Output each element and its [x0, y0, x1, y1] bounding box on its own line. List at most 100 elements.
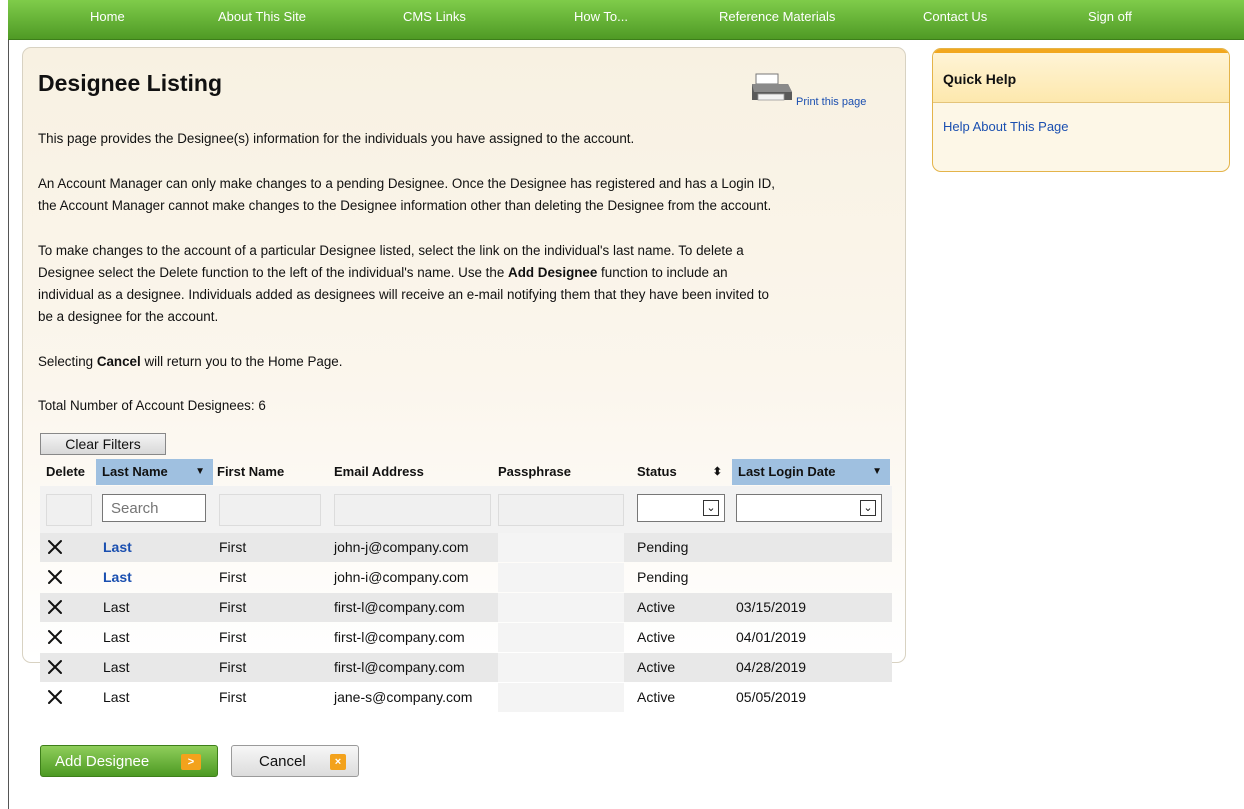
paragraph-line: be a designee for the account. — [38, 309, 219, 324]
delete-icon[interactable] — [46, 598, 64, 616]
button-label: Add Designee — [55, 753, 150, 770]
passphrase-cell — [498, 563, 624, 592]
last-name-search-input[interactable] — [102, 494, 206, 522]
status-cell: Active — [637, 599, 676, 615]
first-name-cell: First — [219, 629, 247, 645]
filter-placeholder-passphrase — [498, 494, 624, 526]
account-manager-text: An Account Manager can only make changes… — [38, 173, 898, 217]
filter-placeholder-delete — [46, 494, 92, 526]
text-segment: will return you to the Home Page. — [140, 354, 343, 369]
nav-reference[interactable]: Reference Materials — [719, 9, 835, 24]
total-designees: Total Number of Account Designees: 6 — [38, 398, 266, 413]
delete-icon[interactable] — [46, 688, 64, 706]
help-about-page-link[interactable]: Help About This Page — [943, 119, 1069, 134]
last-name-cell: Last — [103, 659, 130, 675]
table-row: Last First first-l@company.com Active 04/28/… — [40, 653, 892, 682]
last-name-cell: Last — [103, 689, 130, 705]
nav-cms-links[interactable]: CMS Links — [403, 9, 466, 24]
status-cell: Pending — [637, 539, 689, 555]
nav-contact[interactable]: Contact Us — [923, 9, 987, 24]
passphrase-cell — [498, 593, 624, 622]
status-cell: Active — [637, 689, 676, 705]
arrow-right-icon: > — [181, 754, 201, 770]
quick-help-panel: Quick Help Help About This Page — [932, 48, 1230, 172]
text-segment: Selecting — [38, 354, 97, 369]
sort-down-icon: ▼ — [872, 466, 882, 477]
column-label: Passphrase — [498, 464, 571, 479]
chevron-down-icon: ⌄ — [860, 500, 876, 516]
nav-about[interactable]: About This Site — [218, 9, 306, 24]
last-name-cell: Last — [103, 599, 130, 615]
add-designee-button[interactable]: Add Designee > — [40, 745, 218, 777]
passphrase-cell — [498, 653, 624, 682]
clear-filters-button[interactable]: Clear Filters — [40, 433, 166, 455]
passphrase-cell — [498, 683, 624, 712]
email-cell: first-l@company.com — [334, 629, 465, 645]
column-header-first-name[interactable]: First Name — [217, 459, 327, 485]
email-cell: first-l@company.com — [334, 599, 465, 615]
status-cell: Active — [637, 629, 676, 645]
paragraph-line: individual as a designee. Individuals ad… — [38, 287, 769, 302]
last-login-cell: 04/28/2019 — [736, 659, 807, 675]
table-row: Last First john-j@company.com Pending — [40, 533, 892, 562]
sort-down-icon: ▼ — [195, 466, 205, 477]
column-header-status[interactable]: Status ⬍ — [637, 459, 728, 485]
cancel-button[interactable]: Cancel × — [231, 745, 359, 777]
nav-home[interactable]: Home — [90, 9, 125, 24]
filter-row: ⌄ ⌄ — [40, 486, 892, 533]
column-header-email[interactable]: Email Address — [334, 459, 494, 485]
nav-how-to[interactable]: How To... — [574, 9, 628, 24]
last-login-filter-select[interactable]: ⌄ — [736, 494, 882, 522]
button-label: Cancel — [259, 753, 306, 770]
first-name-cell: First — [219, 539, 247, 555]
last-name-cell: Last — [103, 629, 130, 645]
column-label: Delete — [46, 464, 86, 479]
filter-placeholder-email — [334, 494, 491, 526]
nav-sign-off[interactable]: Sign off — [1088, 9, 1132, 24]
table-row: Last First john-i@company.com Pending — [40, 563, 892, 592]
first-name-cell: First — [219, 689, 247, 705]
column-header-delete: Delete — [40, 459, 102, 485]
chevron-down-icon: ⌄ — [703, 500, 719, 516]
page-frame-border — [8, 30, 9, 809]
cancel-note: Selecting Cancel will return you to the … — [38, 351, 898, 373]
delete-icon[interactable] — [46, 538, 64, 556]
bold-text: Cancel — [96, 354, 141, 369]
quick-help-title: Quick Help — [943, 71, 1017, 87]
text-segment: Designee select the Delete function to t… — [38, 265, 509, 280]
table-row: Last First jane-s@company.com Active 05/05/2… — [40, 683, 892, 712]
column-header-last-login[interactable]: Last Login Date ▼ — [732, 459, 890, 485]
column-label: Email Address — [334, 464, 424, 479]
paragraph-line: An Account Manager can only make changes… — [38, 176, 775, 191]
email-cell: john-j@company.com — [334, 539, 469, 555]
passphrase-cell — [498, 623, 624, 652]
column-label: First Name — [217, 464, 285, 479]
intro-line: This page provides the Designee(s) infor… — [38, 131, 635, 146]
column-header-last-name[interactable]: Last Name ▼ — [96, 459, 213, 485]
table-row: Last First first-l@company.com Active 03/15/… — [40, 593, 892, 622]
last-login-cell: 05/05/2019 — [736, 689, 807, 705]
sort-both-icon: ⬍ — [712, 466, 722, 478]
page-title: Designee Listing — [38, 70, 223, 96]
delete-icon[interactable] — [46, 568, 64, 586]
last-name-link[interactable]: Last — [103, 563, 132, 592]
column-label: Status — [637, 464, 677, 479]
printer-icon[interactable] — [748, 72, 794, 104]
status-filter-select[interactable]: ⌄ — [637, 494, 725, 522]
last-name-link[interactable]: Last — [103, 533, 132, 562]
filter-placeholder-first-name — [219, 494, 321, 526]
quick-help-header: Quick Help — [933, 53, 1229, 103]
passphrase-cell — [498, 533, 624, 562]
status-cell: Pending — [637, 569, 689, 585]
delete-icon[interactable] — [46, 628, 64, 646]
paragraph-line: To make changes to the account of a part… — [38, 243, 744, 258]
first-name-cell: First — [219, 659, 247, 675]
text-segment: function to include an — [597, 265, 728, 280]
delete-icon[interactable] — [46, 658, 64, 676]
column-header-passphrase[interactable]: Passphrase — [498, 459, 628, 485]
email-cell: john-i@company.com — [334, 569, 469, 585]
email-cell: first-l@company.com — [334, 659, 465, 675]
first-name-cell: First — [219, 599, 247, 615]
column-label: Last Name — [102, 464, 168, 479]
print-page-link[interactable]: Print this page — [796, 96, 866, 108]
